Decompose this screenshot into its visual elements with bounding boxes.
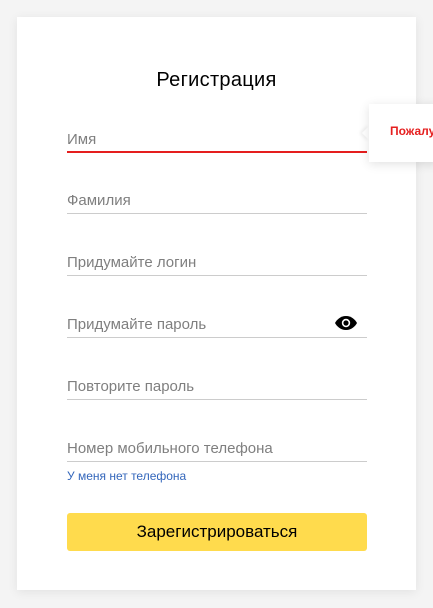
password-repeat-input[interactable] — [67, 374, 367, 398]
login-underline — [67, 275, 367, 276]
phone-underline — [67, 461, 367, 462]
password-repeat-underline — [67, 399, 367, 400]
page-title: Регистрация — [156, 69, 277, 91]
last-name-underline — [67, 213, 367, 214]
eye-icon[interactable] — [335, 316, 357, 330]
last-name-field — [67, 188, 367, 214]
first-name-input[interactable] — [67, 127, 367, 151]
phone-field — [67, 436, 367, 462]
first-name-underline-error — [67, 151, 367, 153]
no-phone-link[interactable]: У меня нет телефона — [67, 469, 186, 483]
error-tooltip-text: Пожалу — [390, 124, 433, 138]
phone-input[interactable] — [67, 436, 367, 460]
login-field — [67, 250, 367, 276]
login-input[interactable] — [67, 250, 367, 274]
password-input[interactable] — [67, 312, 367, 336]
registration-card: Регистрация У меня нет телефона Зарегист… — [17, 17, 416, 590]
last-name-input[interactable] — [67, 188, 367, 212]
error-tooltip: Пожалу — [369, 104, 433, 162]
first-name-field — [67, 127, 367, 153]
password-field — [67, 312, 367, 338]
password-repeat-field — [67, 374, 367, 400]
register-button[interactable]: Зарегистрироваться — [67, 513, 367, 551]
password-underline — [67, 337, 367, 338]
